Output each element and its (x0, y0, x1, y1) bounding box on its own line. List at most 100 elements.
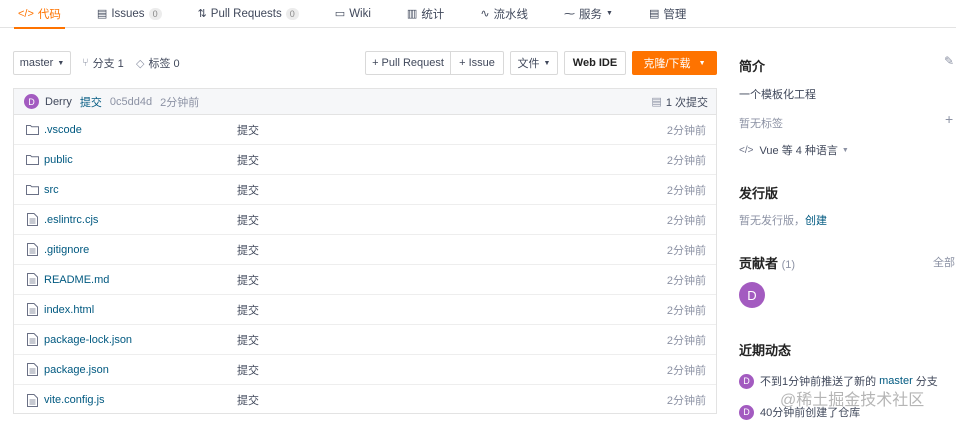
edit-icon[interactable]: ✎ (944, 54, 954, 68)
file-time: 2分钟前 (666, 364, 706, 377)
branch-select-label: master (19, 57, 54, 69)
new-pull-request-button[interactable]: + Pull Request (365, 51, 451, 75)
all-contributors-link[interactable]: 全部 (933, 254, 955, 270)
file-menu-label: 文件 (517, 58, 540, 70)
table-row[interactable]: vite.config.js 提交 2分钟前 (14, 385, 716, 415)
code-icon: </> (18, 7, 34, 20)
chevron-down-icon: ▼ (698, 59, 706, 67)
pull-request-icon: ⇅ (197, 8, 207, 20)
manage-icon: ▤ (648, 8, 660, 20)
avatar[interactable]: D (24, 94, 39, 109)
no-release-text: 暂无发行版， (739, 215, 805, 227)
chevron-down-icon: ▼ (57, 59, 65, 67)
tab-wiki[interactable]: ▭ Wiki (335, 0, 371, 28)
file-name[interactable]: .eslintrc.cjs (44, 214, 98, 226)
tab-issues-label: Issues (111, 7, 145, 20)
file-name[interactable]: package.json (44, 364, 109, 376)
file-commit-message[interactable]: 提交 (237, 362, 259, 378)
clone-download-button[interactable]: 克隆/下载 ▼ (632, 51, 717, 75)
languages-link[interactable]: </> Vue 等 4 种语言 ▼ (739, 142, 849, 158)
file-time: 2分钟前 (666, 274, 706, 287)
tab-stats[interactable]: ▥ 统计 (407, 0, 444, 28)
add-tag-icon[interactable]: + (945, 111, 953, 127)
file-commit-message[interactable]: 提交 (237, 302, 259, 318)
avatar[interactable]: D (739, 282, 765, 308)
tab-pull-requests[interactable]: ⇅ Pull Requests 0 (198, 0, 299, 28)
chevron-down-icon: ▼ (606, 10, 613, 17)
tags-count: 标签 0 (148, 58, 180, 70)
tab-code-label: 代码 (37, 8, 61, 21)
watermark: @稀土掘金技术社区 (780, 392, 925, 409)
file-icon (24, 303, 40, 316)
contributors-title: 贡献者 (739, 256, 779, 271)
file-commit-message[interactable]: 提交 (237, 122, 259, 138)
table-row[interactable]: .eslintrc.cjs 提交 2分钟前 (14, 205, 716, 235)
chevron-down-icon: ▼ (543, 59, 551, 67)
languages-label: Vue 等 4 种语言 (759, 145, 838, 157)
tab-services-label: 服务 (579, 8, 603, 21)
file-time: 2分钟前 (666, 244, 706, 257)
commit-message[interactable]: 提交 (80, 94, 102, 110)
create-release-link[interactable]: 创建 (805, 212, 827, 228)
services-icon: ⁓ (564, 8, 576, 20)
table-row[interactable]: .vscode 提交 2分钟前 (14, 115, 716, 145)
file-commit-message[interactable]: 提交 (237, 332, 259, 348)
issues-icon: ▤ (96, 8, 108, 20)
tab-pull-requests-label: Pull Requests (210, 7, 282, 20)
table-row[interactable]: package.json 提交 2分钟前 (14, 355, 716, 385)
tab-issues[interactable]: ▤ Issues 0 (97, 0, 162, 28)
tab-manage[interactable]: ▤ 管理 (649, 0, 686, 28)
pipeline-icon: ∿ (480, 8, 490, 20)
table-row[interactable]: README.md 提交 2分钟前 (14, 265, 716, 295)
branches-link[interactable]: ⑂ 分支 1 (82, 51, 124, 75)
file-name[interactable]: .gitignore (44, 244, 89, 256)
table-row[interactable]: package-lock.json 提交 2分钟前 (14, 325, 716, 355)
file-menu-button[interactable]: 文件 ▼ (510, 51, 558, 75)
tab-pipeline-label: 流水线 (493, 8, 529, 21)
contributors-title-group: 贡献者 (1) (739, 253, 795, 272)
commit-count: 1 次提交 (665, 96, 708, 109)
file-name[interactable]: index.html (44, 304, 94, 316)
tab-wiki-label: Wiki (349, 7, 371, 20)
file-commit-message[interactable]: 提交 (237, 242, 259, 258)
branch-select[interactable]: master ▼ (13, 51, 71, 75)
table-row[interactable]: .gitignore 提交 2分钟前 (14, 235, 716, 265)
file-time: 2分钟前 (666, 154, 706, 167)
file-icon (24, 363, 40, 376)
release-title: 发行版 (739, 186, 779, 201)
tab-stats-label: 统计 (421, 8, 445, 21)
file-name[interactable]: .vscode (44, 124, 82, 136)
file-time: 2分钟前 (666, 334, 706, 347)
folder-icon (24, 124, 40, 135)
commit-count-link[interactable]: ▤ 1 次提交 (651, 94, 708, 110)
table-row[interactable]: index.html 提交 2分钟前 (14, 295, 716, 325)
commit-author[interactable]: Derry (45, 96, 72, 108)
commit-sha[interactable]: 0c5dd4d (110, 96, 152, 108)
new-issue-button[interactable]: + Issue (450, 51, 504, 75)
file-commit-message[interactable]: 提交 (237, 212, 259, 228)
history-icon: ▤ (651, 96, 662, 108)
file-commit-message[interactable]: 提交 (237, 272, 259, 288)
table-row[interactable]: src 提交 2分钟前 (14, 175, 716, 205)
tab-code[interactable]: </> 代码 (14, 0, 65, 29)
file-list: D Derry 提交 0c5dd4d 2分钟前 ▤ 1 次提交 .vscode … (13, 88, 717, 414)
file-time: 2分钟前 (666, 124, 706, 137)
tab-pipeline[interactable]: ∿ 流水线 (480, 0, 528, 28)
file-name[interactable]: vite.config.js (44, 394, 105, 406)
tags-link[interactable]: ◇ 标签 0 (136, 51, 180, 75)
avatar[interactable]: D (739, 404, 754, 420)
file-time: 2分钟前 (666, 304, 706, 317)
file-name[interactable]: src (44, 184, 59, 196)
tab-services[interactable]: ⁓ 服务 ▼ (564, 0, 613, 28)
file-name[interactable]: package-lock.json (44, 334, 132, 346)
web-ide-button[interactable]: Web IDE (564, 51, 626, 75)
table-row[interactable]: public 提交 2分钟前 (14, 145, 716, 175)
file-name[interactable]: README.md (44, 274, 109, 286)
file-name[interactable]: public (44, 154, 73, 166)
file-commit-message[interactable]: 提交 (237, 182, 259, 198)
wiki-icon: ▭ (334, 8, 346, 20)
avatar[interactable]: D (739, 373, 754, 389)
file-commit-message[interactable]: 提交 (237, 392, 259, 408)
chart-icon: ▥ (406, 8, 418, 20)
file-commit-message[interactable]: 提交 (237, 152, 259, 168)
